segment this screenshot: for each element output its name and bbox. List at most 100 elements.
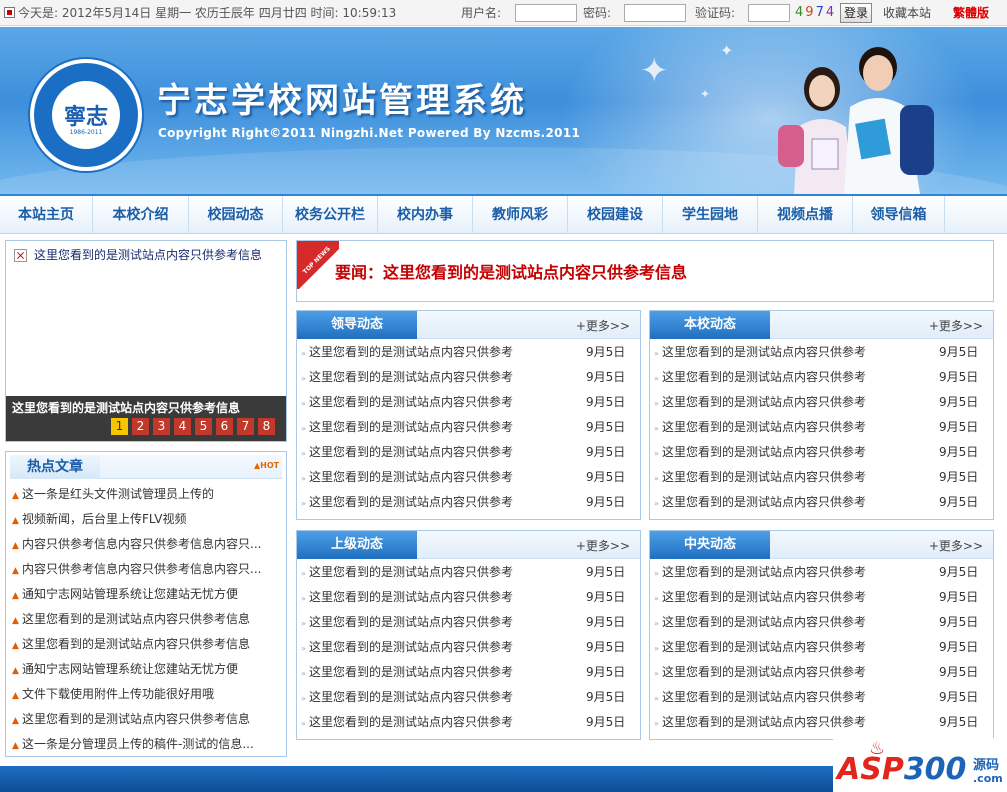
news-box-title[interactable]: 领导动态: [297, 311, 417, 339]
hot-article-item[interactable]: ▲ 这里您看到的是测试站点内容只供参考信息: [12, 607, 282, 632]
news-item[interactable]: » 这里您看到的是测试站点内容只供参考 9月5日: [301, 415, 637, 440]
news-item[interactable]: » 这里您看到的是测试站点内容只供参考 9月5日: [654, 585, 990, 610]
news-item[interactable]: » 这里您看到的是测试站点内容只供参考 9月5日: [301, 710, 637, 735]
news-item-title[interactable]: 这里您看到的是测试站点内容只供参考: [662, 715, 866, 729]
add-favorite-link[interactable]: 收藏本站: [883, 5, 931, 21]
news-item-title[interactable]: 这里您看到的是测试站点内容只供参考: [662, 665, 866, 679]
news-item[interactable]: » 这里您看到的是测试站点内容只供参考 9月5日: [654, 710, 990, 735]
nav-item[interactable]: 本校介绍: [93, 196, 189, 234]
hot-article-title[interactable]: 这里您看到的是测试站点内容只供参考信息: [22, 637, 250, 651]
nav-item[interactable]: 领导信箱: [853, 196, 945, 234]
hot-article-item[interactable]: ▲ 通知宁志网站管理系统让您建站无忧方便: [12, 657, 282, 682]
slide-page-button[interactable]: 1: [111, 418, 128, 435]
news-item-title[interactable]: 这里您看到的是测试站点内容只供参考: [309, 715, 513, 729]
news-item[interactable]: » 这里您看到的是测试站点内容只供参考 9月5日: [301, 390, 637, 415]
news-item[interactable]: » 这里您看到的是测试站点内容只供参考 9月5日: [301, 465, 637, 490]
news-item-title[interactable]: 这里您看到的是测试站点内容只供参考: [662, 445, 866, 459]
school-logo[interactable]: 寧志 1986-2011: [30, 59, 142, 171]
news-item[interactable]: » 这里您看到的是测试站点内容只供参考 9月5日: [654, 560, 990, 585]
nav-item[interactable]: 校园动态: [189, 196, 283, 234]
news-item[interactable]: » 这里您看到的是测试站点内容只供参考 9月5日: [654, 610, 990, 635]
hot-article-title[interactable]: 这一条是分管理员上传的稿件-测试的信息...: [22, 737, 254, 751]
hot-article-item[interactable]: ▲ 这一条是红头文件测试管理员上传的: [12, 482, 282, 507]
news-item-title[interactable]: 这里您看到的是测试站点内容只供参考: [662, 640, 866, 654]
news-item-title[interactable]: 这里您看到的是测试站点内容只供参考: [309, 565, 513, 579]
hot-article-item[interactable]: ▲ 内容只供参考信息内容只供参考信息内容只...: [12, 557, 282, 582]
news-item-title[interactable]: 这里您看到的是测试站点内容只供参考: [309, 420, 513, 434]
password-input[interactable]: [624, 4, 686, 22]
news-item-title[interactable]: 这里您看到的是测试站点内容只供参考: [309, 470, 513, 484]
slide-page-button[interactable]: 7: [237, 418, 254, 435]
captcha-image[interactable]: 4974: [795, 4, 836, 22]
slide-page-button[interactable]: 6: [216, 418, 233, 435]
news-item-title[interactable]: 这里您看到的是测试站点内容只供参考: [662, 395, 866, 409]
nav-item[interactable]: 校内办事: [378, 196, 473, 234]
news-item[interactable]: » 这里您看到的是测试站点内容只供参考 9月5日: [301, 635, 637, 660]
news-item-title[interactable]: 这里您看到的是测试站点内容只供参考: [662, 370, 866, 384]
news-item-title[interactable]: 这里您看到的是测试站点内容只供参考: [662, 420, 866, 434]
more-link[interactable]: +更多>>: [929, 537, 983, 554]
news-item-title[interactable]: 这里您看到的是测试站点内容只供参考: [662, 565, 866, 579]
news-item[interactable]: » 这里您看到的是测试站点内容只供参考 9月5日: [654, 415, 990, 440]
news-item-title[interactable]: 这里您看到的是测试站点内容只供参考: [309, 445, 513, 459]
news-item[interactable]: » 这里您看到的是测试站点内容只供参考 9月5日: [301, 440, 637, 465]
hot-article-title[interactable]: 这一条是红头文件测试管理员上传的: [22, 487, 214, 501]
hot-article-item[interactable]: ▲ 视频新闻，后台里上传FLV视频: [12, 507, 282, 532]
hot-article-item[interactable]: ▲ 通知宁志网站管理系统让您建站无忧方便: [12, 582, 282, 607]
news-item[interactable]: » 这里您看到的是测试站点内容只供参考 9月5日: [301, 490, 637, 515]
news-item-title[interactable]: 这里您看到的是测试站点内容只供参考: [309, 495, 513, 509]
news-item[interactable]: » 这里您看到的是测试站点内容只供参考 9月5日: [654, 365, 990, 390]
news-item-title[interactable]: 这里您看到的是测试站点内容只供参考: [309, 345, 513, 359]
news-item-title[interactable]: 这里您看到的是测试站点内容只供参考: [309, 615, 513, 629]
slide-page-button[interactable]: 3: [153, 418, 170, 435]
news-item[interactable]: » 这里您看到的是测试站点内容只供参考 9月5日: [654, 490, 990, 515]
news-item-title[interactable]: 这里您看到的是测试站点内容只供参考: [309, 395, 513, 409]
username-input[interactable]: [515, 4, 577, 22]
hot-article-title[interactable]: 这里您看到的是测试站点内容只供参考信息: [22, 712, 250, 726]
news-item-title[interactable]: 这里您看到的是测试站点内容只供参考: [662, 690, 866, 704]
hot-article-title[interactable]: 通知宁志网站管理系统让您建站无忧方便: [22, 587, 238, 601]
news-item[interactable]: » 这里您看到的是测试站点内容只供参考 9月5日: [301, 340, 637, 365]
hot-article-item[interactable]: ▲ 内容只供参考信息内容只供参考信息内容只...: [12, 532, 282, 557]
nav-item[interactable]: 视频点播: [758, 196, 853, 234]
hot-article-item[interactable]: ▲ 这一条是分管理员上传的稿件-测试的信息...: [12, 732, 282, 757]
news-item[interactable]: » 这里您看到的是测试站点内容只供参考 9月5日: [654, 390, 990, 415]
news-item[interactable]: » 这里您看到的是测试站点内容只供参考 9月5日: [654, 635, 990, 660]
news-item[interactable]: » 这里您看到的是测试站点内容只供参考 9月5日: [301, 610, 637, 635]
slide-caption[interactable]: 这里您看到的是测试站点内容只供参考信息: [12, 399, 240, 416]
news-box-title[interactable]: 上级动态: [297, 531, 417, 559]
hot-article-item[interactable]: ▲ 文件下载使用附件上传功能很好用哦: [12, 682, 282, 707]
image-slideshow[interactable]: 这里您看到的是测试站点内容只供参考信息 这里您看到的是测试站点内容只供参考信息 …: [5, 240, 287, 442]
news-item-title[interactable]: 这里您看到的是测试站点内容只供参考: [662, 590, 866, 604]
nav-item[interactable]: 本站主页: [0, 196, 93, 234]
more-link[interactable]: +更多>>: [929, 317, 983, 334]
nav-item[interactable]: 教师风彩: [473, 196, 568, 234]
news-item[interactable]: » 这里您看到的是测试站点内容只供参考 9月5日: [301, 560, 637, 585]
hot-article-title[interactable]: 通知宁志网站管理系统让您建站无忧方便: [22, 662, 238, 676]
news-item[interactable]: » 这里您看到的是测试站点内容只供参考 9月5日: [301, 585, 637, 610]
slide-image-alt[interactable]: 这里您看到的是测试站点内容只供参考信息: [34, 246, 262, 263]
news-item[interactable]: » 这里您看到的是测试站点内容只供参考 9月5日: [301, 685, 637, 710]
nav-item[interactable]: 校园建设: [568, 196, 663, 234]
news-box-title[interactable]: 本校动态: [650, 311, 770, 339]
slide-page-button[interactable]: 8: [258, 418, 275, 435]
captcha-input[interactable]: [748, 4, 790, 22]
more-link[interactable]: +更多>>: [576, 317, 630, 334]
news-item[interactable]: » 这里您看到的是测试站点内容只供参考 9月5日: [301, 365, 637, 390]
news-item[interactable]: » 这里您看到的是测试站点内容只供参考 9月5日: [654, 440, 990, 465]
news-item-title[interactable]: 这里您看到的是测试站点内容只供参考: [309, 665, 513, 679]
news-item[interactable]: » 这里您看到的是测试站点内容只供参考 9月5日: [654, 340, 990, 365]
slide-page-button[interactable]: 2: [132, 418, 149, 435]
news-box-title[interactable]: 中央动态: [650, 531, 770, 559]
slide-page-button[interactable]: 4: [174, 418, 191, 435]
hot-article-title[interactable]: 视频新闻，后台里上传FLV视频: [22, 512, 186, 526]
more-link[interactable]: +更多>>: [576, 537, 630, 554]
slide-page-button[interactable]: 5: [195, 418, 212, 435]
hot-article-item[interactable]: ▲ 这里您看到的是测试站点内容只供参考信息: [12, 707, 282, 732]
news-item-title[interactable]: 这里您看到的是测试站点内容只供参考: [309, 690, 513, 704]
hot-article-title[interactable]: 文件下载使用附件上传功能很好用哦: [22, 687, 214, 701]
hot-article-title[interactable]: 这里您看到的是测试站点内容只供参考信息: [22, 612, 250, 626]
headline-link[interactable]: 要闻：这里您看到的是测试站点内容只供参考信息: [335, 259, 687, 283]
news-item-title[interactable]: 这里您看到的是测试站点内容只供参考: [662, 615, 866, 629]
traditional-chinese-link[interactable]: 繁體版: [953, 5, 989, 21]
